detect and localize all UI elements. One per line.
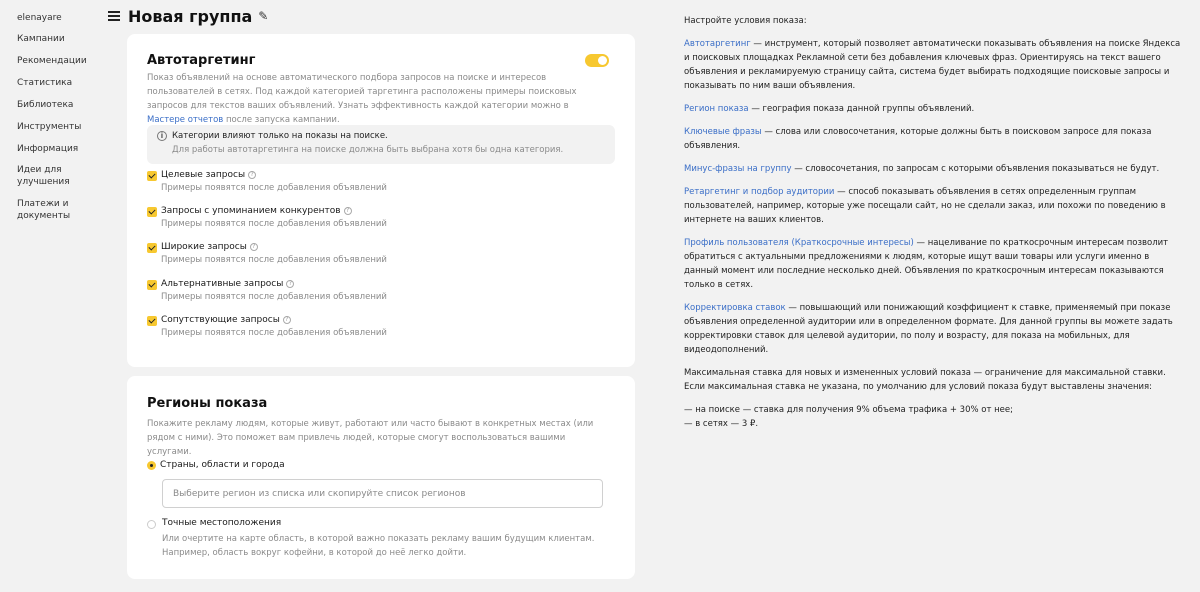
sidebar-item-recommendations[interactable]: Рекомендации — [17, 55, 97, 67]
checkbox[interactable] — [147, 243, 157, 253]
help-network-line: — в сетях — 3 ₽. — [684, 419, 759, 429]
help-link-negative-keywords[interactable]: Минус-фразы на группу — [684, 164, 792, 174]
info-icon: i — [157, 131, 167, 141]
page-header: Новая группа ✎ — [108, 5, 268, 27]
region-input[interactable] — [162, 479, 603, 508]
question-icon[interactable]: ? — [248, 171, 257, 179]
help-link-retargeting[interactable]: Ретаргетинг и подбор аудитории — [684, 187, 834, 197]
regions-card: Регионы показа Покажите рекламу людям, к… — [127, 376, 635, 579]
help-panel: Настройте условия показа: Автотаргетинг … — [684, 14, 1184, 431]
category-hint: Примеры появятся после добавления объявл… — [161, 328, 387, 338]
category-hint: Примеры появятся после добавления объявл… — [161, 255, 387, 265]
help-search-line: — на поиске — ставка для получения 9% об… — [684, 405, 1014, 415]
info-title: Категории влияют только на показы на пои… — [172, 131, 388, 141]
help-item: Ретаргетинг и подбор аудитории — способ … — [684, 187, 1166, 225]
category-hint: Примеры появятся после добавления объявл… — [161, 183, 387, 193]
help-link-autotargeting[interactable]: Автотаргетинг — [684, 39, 751, 49]
regions-title: Регионы показа — [147, 396, 268, 411]
radio-countries[interactable] — [147, 461, 156, 470]
category-label[interactable]: Сопутствующие запросы? — [161, 315, 291, 325]
help-item: Профиль пользователя (Краткосрочные инте… — [684, 238, 1169, 290]
help-link-bid-adjustments[interactable]: Корректировка ставок — [684, 303, 786, 313]
sidebar-item-library[interactable]: Библиотека — [17, 99, 97, 111]
question-icon[interactable]: ? — [343, 207, 352, 215]
help-max-bid: Максимальная ставка для новых и измененн… — [684, 368, 1166, 392]
help-link-region[interactable]: Регион показа — [684, 104, 749, 114]
help-item: Ключевые фразы — слова или словосочетани… — [684, 127, 1152, 151]
category-target-queries: Целевые запросы? Примеры появятся после … — [147, 170, 587, 196]
help-link-keywords[interactable]: Ключевые фразы — [684, 127, 762, 137]
sidebar-item-information[interactable]: Информация — [17, 143, 97, 155]
help-item: Автотаргетинг — инструмент, который позв… — [684, 39, 1181, 91]
info-banner: i Категории влияют только на показы на п… — [147, 125, 615, 164]
report-wizard-link[interactable]: Мастере отчетов — [147, 115, 223, 125]
category-broad-queries: Широкие запросы? Примеры появятся после … — [147, 242, 587, 268]
sidebar-item-tools[interactable]: Инструменты — [17, 121, 97, 133]
help-link-user-profile[interactable]: Профиль пользователя (Краткосрочные инте… — [684, 238, 914, 248]
autotargeting-toggle[interactable] — [585, 54, 609, 67]
help-item: Корректировка ставок — повышающий или по… — [684, 303, 1173, 355]
category-label[interactable]: Запросы с упоминанием конкурентов? — [161, 206, 352, 216]
category-competitor-queries: Запросы с упоминанием конкурентов? Приме… — [147, 206, 587, 232]
radio-countries-label[interactable]: Страны, области и города — [160, 460, 285, 470]
autotargeting-card: Автотаргетинг Показ объявлений на основе… — [127, 34, 635, 367]
category-hint: Примеры появятся после добавления объявл… — [161, 219, 387, 229]
question-icon[interactable]: ? — [282, 316, 291, 324]
exact-locations-description: Или очертите на карте область, в которой… — [162, 534, 595, 558]
checkbox[interactable] — [147, 171, 157, 181]
question-icon[interactable]: ? — [286, 280, 295, 288]
checkbox[interactable] — [147, 207, 157, 217]
sidebar-item-payments[interactable]: Платежи и документы — [17, 198, 77, 222]
checkbox[interactable] — [147, 280, 157, 290]
radio-exact-label[interactable]: Точные местоположения — [162, 518, 281, 528]
category-hint: Примеры появятся после добавления объявл… — [161, 292, 387, 302]
sidebar-item-statistics[interactable]: Статистика — [17, 77, 97, 89]
autotargeting-description: Показ объявлений на основе автоматическо… — [147, 73, 577, 125]
pencil-icon[interactable]: ✎ — [258, 9, 268, 23]
sidebar-item-ideas[interactable]: Идеи для улучшения — [17, 164, 77, 188]
info-text: Для работы автотаргетинга на поиске долж… — [172, 145, 564, 155]
regions-description: Покажите рекламу людям, которые живут, р… — [147, 419, 594, 457]
sidebar-item-campaigns[interactable]: Кампании — [17, 33, 97, 45]
category-label[interactable]: Целевые запросы? — [161, 170, 257, 180]
autotargeting-title: Автотаргетинг — [147, 53, 256, 68]
sidebar: elenayare Кампании Рекомендации Статисти… — [0, 0, 100, 592]
category-alternative-queries: Альтернативные запросы? Примеры появятся… — [147, 279, 587, 305]
checkbox[interactable] — [147, 316, 157, 326]
page-title: Новая группа — [128, 6, 253, 26]
category-label[interactable]: Широкие запросы? — [161, 242, 258, 252]
sidebar-user[interactable]: elenayare — [17, 12, 97, 24]
radio-exact-locations[interactable] — [147, 520, 156, 529]
help-intro: Настройте условия показа: — [684, 16, 807, 26]
help-item: Минус-фразы на группу — словосочетания, … — [684, 164, 1160, 174]
list-menu-icon[interactable] — [108, 10, 120, 22]
category-label[interactable]: Альтернативные запросы? — [161, 279, 295, 289]
help-item: Регион показа — география показа данной … — [684, 104, 975, 114]
question-icon[interactable]: ? — [249, 243, 258, 251]
category-related-queries: Сопутствующие запросы? Примеры появятся … — [147, 315, 587, 341]
